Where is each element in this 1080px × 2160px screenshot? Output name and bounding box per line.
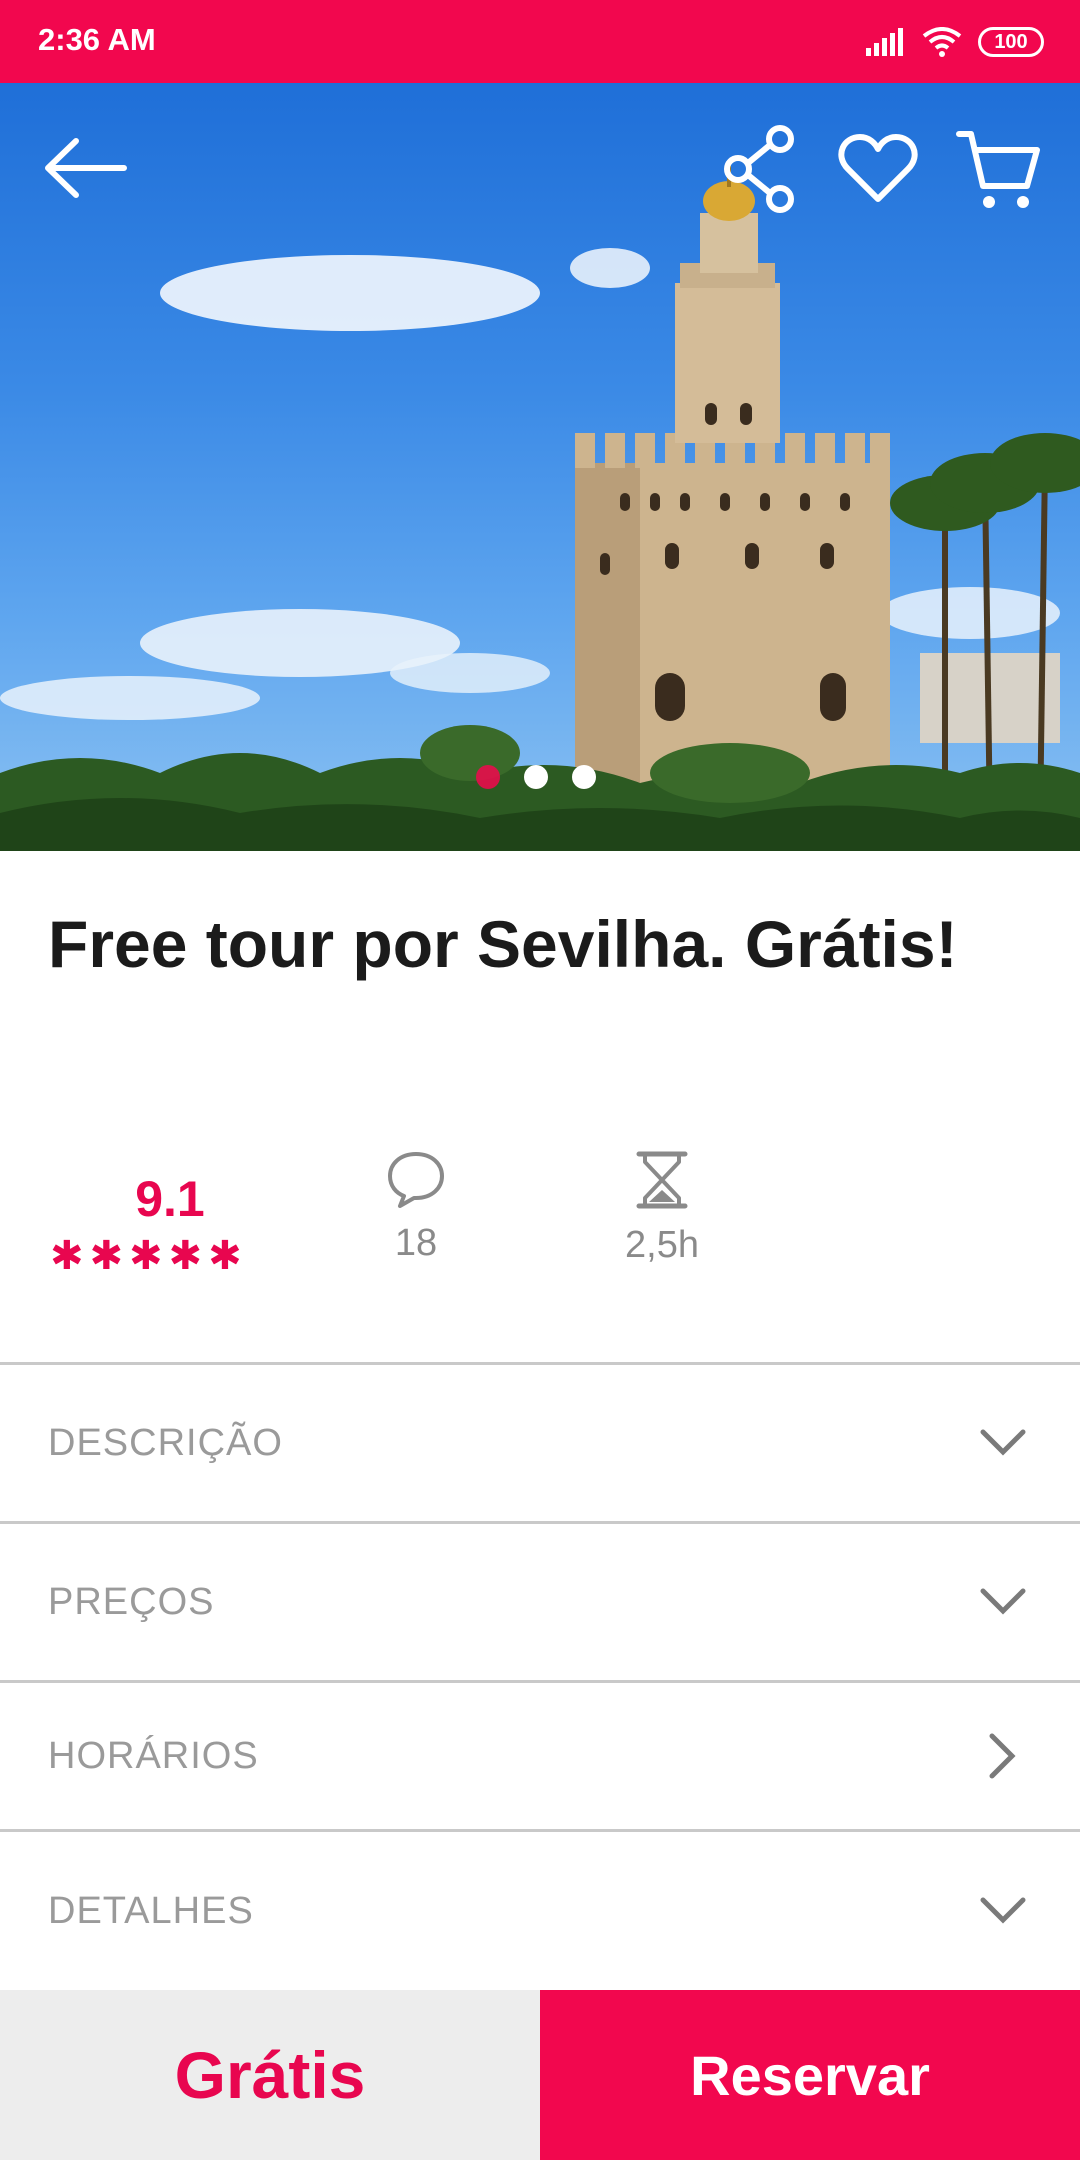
- hourglass-icon: [636, 1151, 688, 1209]
- arrow-left-icon: [45, 138, 127, 198]
- chevron-down-icon: [978, 1577, 1028, 1627]
- share-icon: [724, 125, 794, 213]
- tour-title: Free tour por Sevilha. Grátis!: [48, 907, 958, 981]
- carousel-dot[interactable]: [572, 765, 596, 789]
- rating-score: 9.1: [135, 1171, 205, 1227]
- carousel-indicator: [476, 765, 596, 789]
- section-label: HORÁRIOS: [48, 1734, 259, 1777]
- cart-icon: [956, 131, 1040, 208]
- cart-button[interactable]: [948, 121, 1048, 217]
- status-time: 2:36 AM: [38, 22, 156, 57]
- price-label: Grátis: [0, 1990, 540, 2160]
- section-detalhes[interactable]: DETALHES: [0, 1829, 1080, 1990]
- duration-value: 2,5h: [625, 1224, 699, 1266]
- hero-image-carousel[interactable]: [0, 83, 1080, 851]
- chevron-right-icon: [978, 1731, 1028, 1781]
- chevron-down-icon: [978, 1418, 1028, 1468]
- battery-indicator: 100: [978, 27, 1044, 57]
- reviews-count: 18: [394, 1222, 438, 1264]
- booking-bar: Grátis Reservar: [0, 1990, 1080, 2160]
- section-descricao[interactable]: DESCRIÇÃO: [0, 1362, 1080, 1521]
- star-icon: ✱: [208, 1234, 242, 1278]
- status-icons: 100: [864, 22, 1044, 62]
- carousel-dot[interactable]: [524, 765, 548, 789]
- reviews-stat[interactable]: 18: [336, 1150, 496, 1265]
- section-precos[interactable]: PREÇOS: [0, 1521, 1080, 1680]
- chevron-down-icon: [978, 1886, 1028, 1936]
- star-icon: ✱: [129, 1234, 163, 1278]
- details-accordion: DESCRIÇÃO PREÇOS HORÁRIOS DETALHES: [0, 1362, 1080, 1990]
- tour-stats: 9.1 ✱ ✱ ✱ ✱ ✱ 18 2,5h: [0, 1150, 1080, 1310]
- rating-stars: ✱ ✱ ✱ ✱ ✱: [50, 1236, 242, 1276]
- status-bar: 2:36 AM 100: [0, 0, 1080, 83]
- star-icon: ✱: [50, 1234, 84, 1278]
- heart-icon: [838, 134, 918, 202]
- book-button[interactable]: Reservar: [540, 1990, 1080, 2160]
- star-icon: ✱: [168, 1234, 203, 1278]
- star-icon: ✱: [89, 1234, 124, 1278]
- section-label: DESCRIÇÃO: [48, 1421, 283, 1464]
- comment-icon: [388, 1152, 444, 1208]
- share-button[interactable]: [712, 121, 808, 217]
- duration-stat: 2,5h: [582, 1150, 742, 1267]
- section-horarios[interactable]: HORÁRIOS: [0, 1680, 1080, 1829]
- signal-icon: [866, 28, 903, 56]
- wifi-icon: [922, 27, 962, 57]
- section-label: PREÇOS: [48, 1580, 215, 1623]
- favorite-button[interactable]: [830, 121, 926, 217]
- back-button[interactable]: [30, 123, 140, 213]
- carousel-dot-active[interactable]: [476, 765, 500, 789]
- section-label: DETALHES: [48, 1889, 254, 1932]
